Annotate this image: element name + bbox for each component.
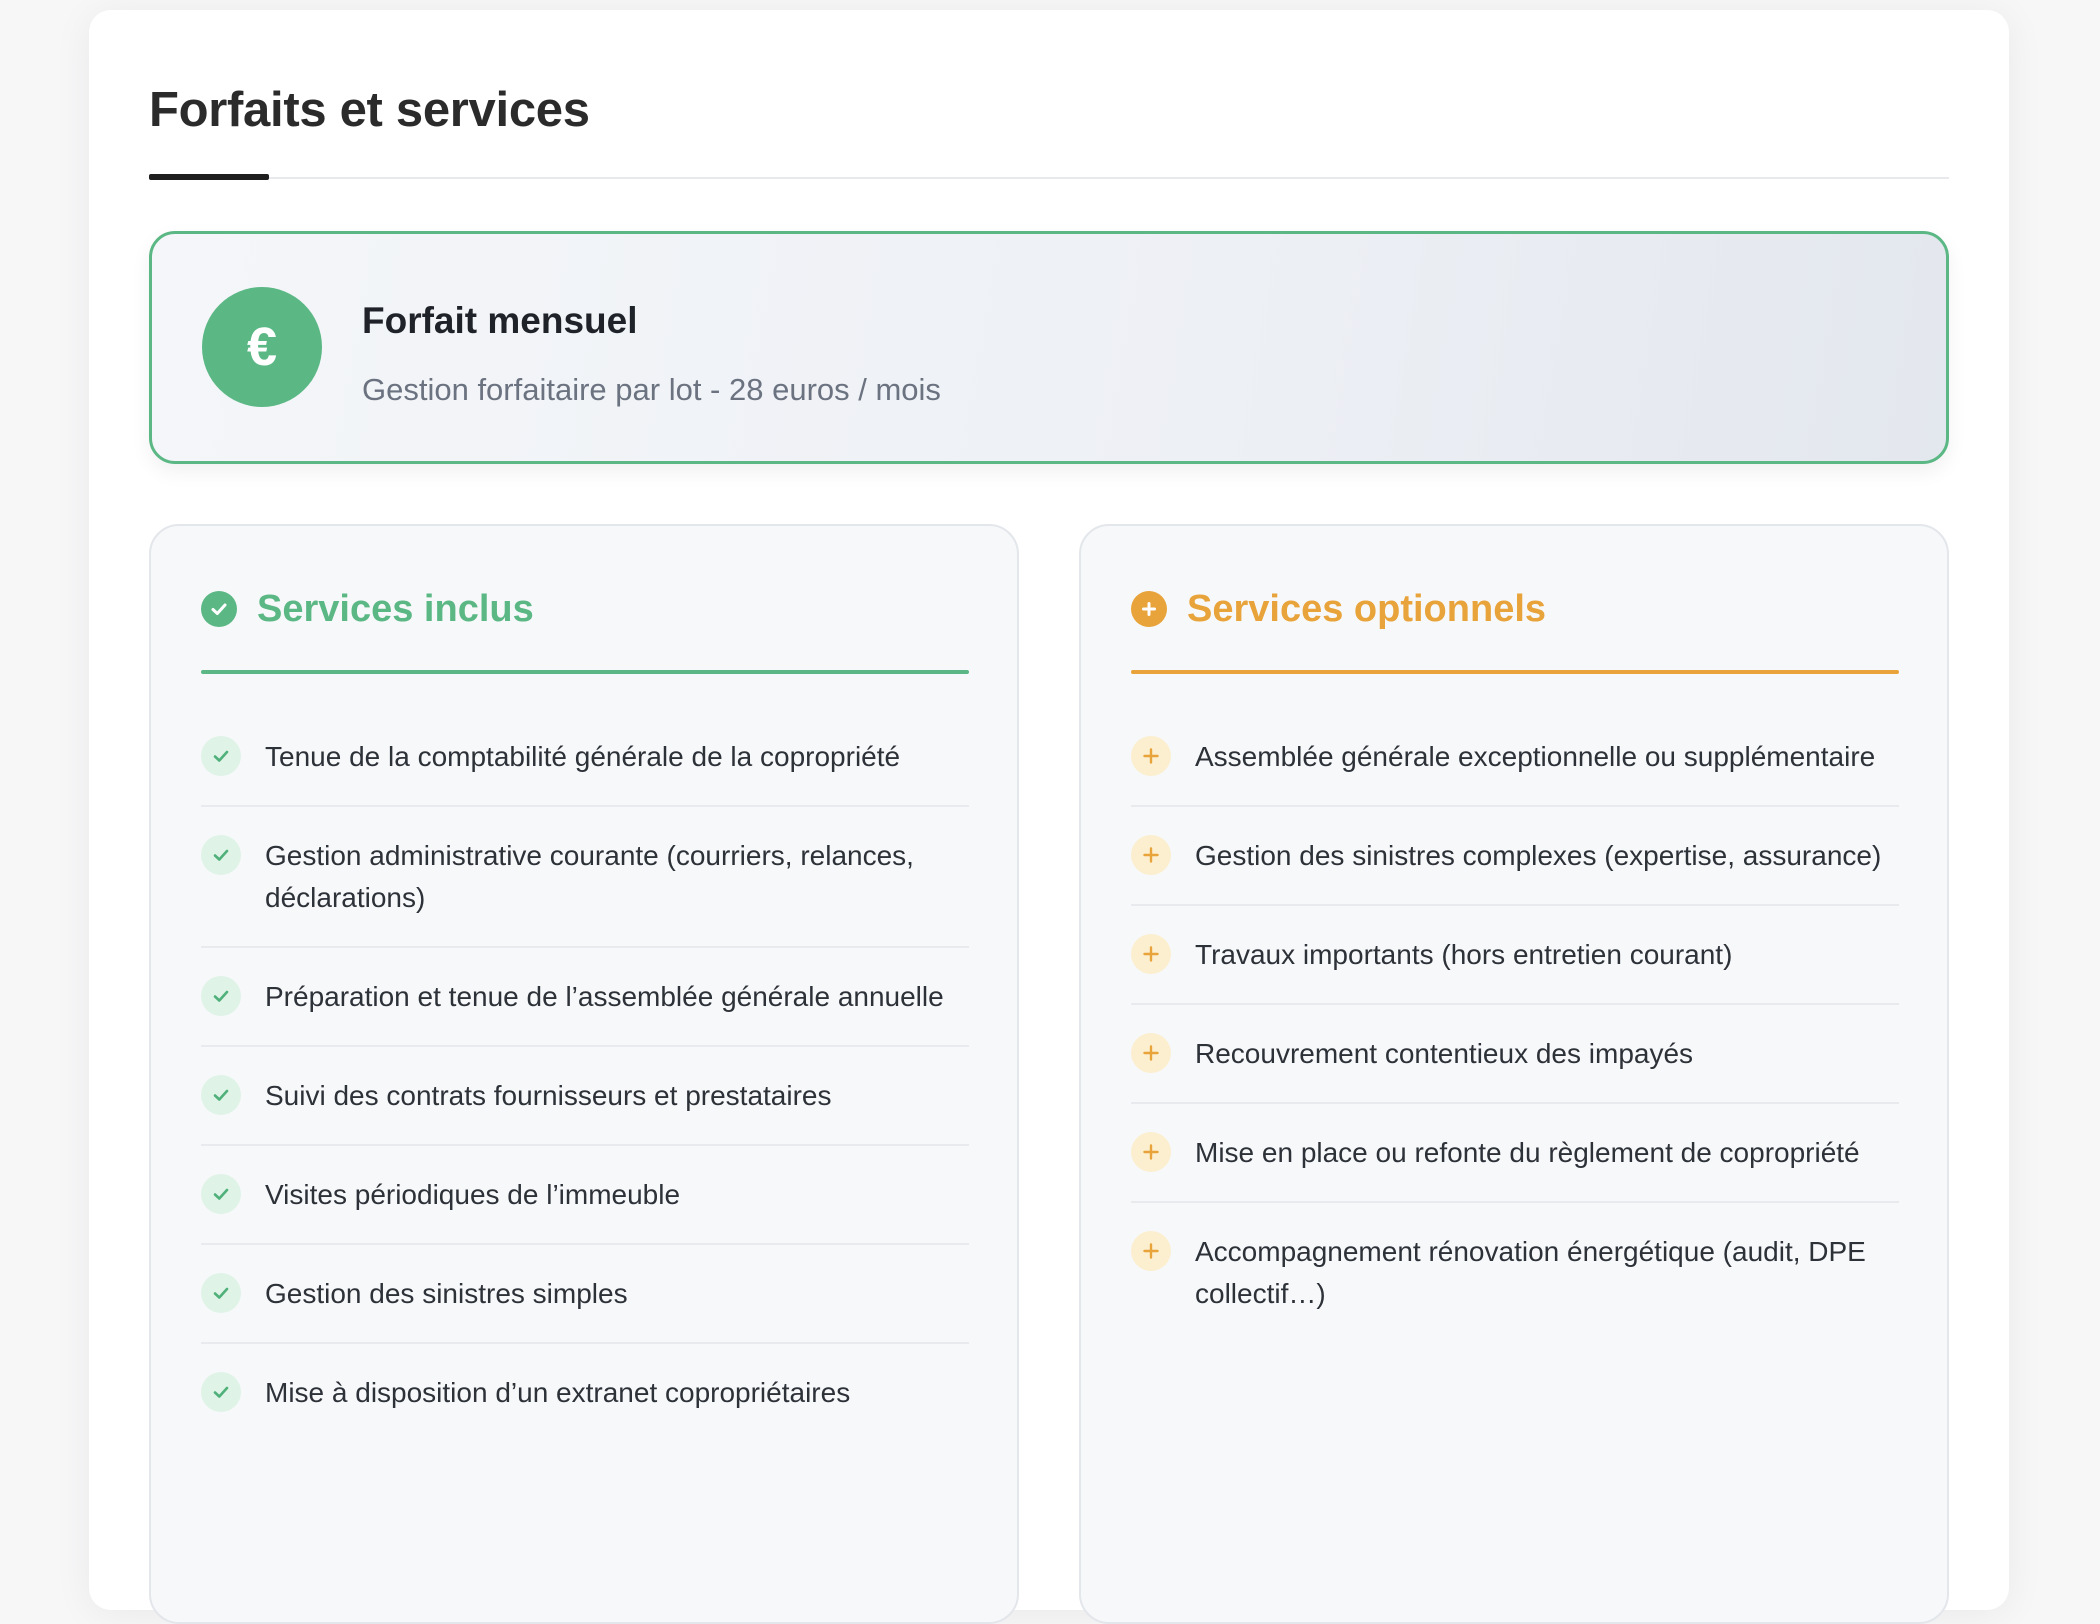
plus-icon — [1131, 1132, 1171, 1172]
service-item-label: Tenue de la comptabilité générale de la … — [265, 741, 901, 772]
euro-icon: € — [202, 287, 322, 407]
plus-icon — [1131, 1231, 1171, 1271]
forfait-banner: € Forfait mensuel Gestion forfaitaire pa… — [149, 231, 1949, 464]
check-icon — [201, 1075, 241, 1115]
check-circle-icon — [201, 591, 237, 627]
service-item: Mise à disposition d’un extranet copropr… — [201, 1344, 969, 1441]
service-item-label: Mise à disposition d’un extranet copropr… — [265, 1377, 851, 1408]
service-item-label: Gestion administrative courante (courrie… — [265, 840, 914, 913]
plus-icon — [1131, 934, 1171, 974]
service-item: Mise en place ou refonte du règlement de… — [1131, 1104, 1899, 1203]
check-icon — [201, 1174, 241, 1214]
plus-icon — [1131, 835, 1171, 875]
service-item: Recouvrement contentieux des impayés — [1131, 1005, 1899, 1104]
service-item-label: Suivi des contrats fournisseurs et prest… — [265, 1080, 832, 1111]
check-icon — [201, 835, 241, 875]
included-services-list: Tenue de la comptabilité générale de la … — [201, 708, 969, 1441]
service-item: Gestion des sinistres complexes (experti… — [1131, 807, 1899, 906]
service-item-label: Gestion des sinistres complexes (experti… — [1195, 840, 1882, 871]
included-services-rule — [201, 670, 969, 674]
service-item-label: Assemblée générale exceptionnelle ou sup… — [1195, 741, 1876, 772]
service-item-label: Mise en place ou refonte du règlement de… — [1195, 1137, 1860, 1168]
title-divider — [149, 177, 1949, 179]
optional-services-title: Services optionnels — [1187, 587, 1547, 630]
plus-icon — [1131, 1033, 1171, 1073]
included-services-title: Services inclus — [257, 587, 534, 630]
service-item-label: Préparation et tenue de l’assemblée géné… — [265, 981, 944, 1012]
service-item: Suivi des contrats fournisseurs et prest… — [201, 1047, 969, 1146]
plus-icon — [1131, 736, 1171, 776]
service-item-label: Visites périodiques de l’immeuble — [265, 1179, 681, 1210]
services-card: Forfaits et services € Forfait mensuel G… — [89, 10, 2009, 1624]
service-item-label: Accompagnement rénovation énergétique (a… — [1195, 1236, 1866, 1309]
service-item: Accompagnement rénovation énergétique (a… — [1131, 1203, 1899, 1342]
check-icon — [201, 1372, 241, 1412]
service-item: Gestion administrative courante (courrie… — [201, 807, 969, 948]
optional-services-header: Services optionnels — [1131, 584, 1901, 634]
check-icon — [201, 1273, 241, 1313]
forfait-title: Forfait mensuel — [362, 300, 638, 341]
service-item-label: Recouvrement contentieux des impayés — [1195, 1038, 1694, 1069]
optional-services-list: Assemblée générale exceptionnelle ou sup… — [1131, 708, 1899, 1342]
check-icon — [201, 736, 241, 776]
service-item: Travaux importants (hors entretien coura… — [1131, 906, 1899, 1005]
optional-services-panel: Services optionnels Assemblée générale e… — [1079, 524, 1949, 1624]
service-item: Visites périodiques de l’immeuble — [201, 1146, 969, 1245]
optional-services-rule — [1131, 670, 1899, 674]
service-item: Tenue de la comptabilité générale de la … — [201, 708, 969, 807]
title-accent-bar — [149, 174, 269, 180]
included-services-header: Services inclus — [201, 584, 971, 634]
plus-circle-icon — [1131, 591, 1167, 627]
forfait-subtitle: Gestion forfaitaire par lot - 28 euros /… — [362, 372, 941, 407]
service-item-label: Travaux importants (hors entretien coura… — [1195, 939, 1733, 970]
service-item: Préparation et tenue de l’assemblée géné… — [201, 948, 969, 1047]
service-item-label: Gestion des sinistres simples — [265, 1278, 628, 1309]
page-title: Forfaits et services — [149, 83, 590, 137]
included-services-panel: Services inclus Tenue de la comptabilité… — [149, 524, 1019, 1624]
check-icon — [201, 976, 241, 1016]
service-item: Assemblée générale exceptionnelle ou sup… — [1131, 708, 1899, 807]
service-item: Gestion des sinistres simples — [201, 1245, 969, 1344]
